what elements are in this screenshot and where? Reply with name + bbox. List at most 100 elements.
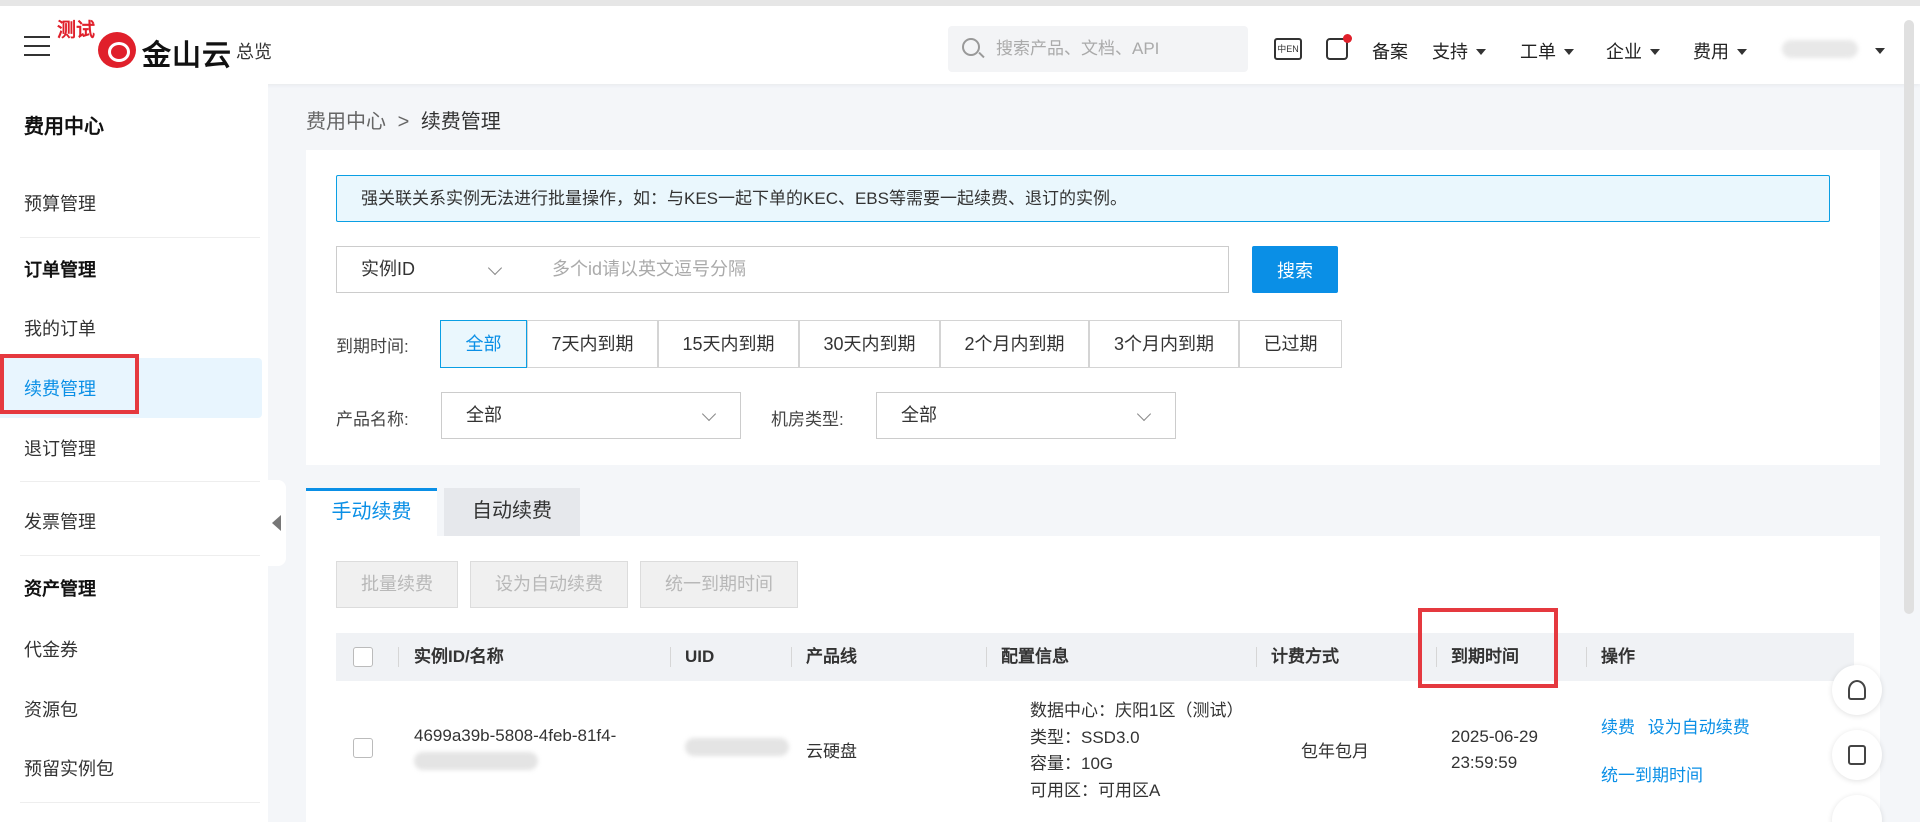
product-select-value: 全部	[466, 405, 502, 425]
top-bar: 测试 金山云 总览 中EN 备案 支持 工单 企业 费用	[0, 0, 1920, 84]
room-select[interactable]: 全部	[876, 392, 1176, 439]
unify-expire-button[interactable]: 统一到期时间	[640, 561, 798, 608]
expire-option-expired[interactable]: 已过期	[1239, 320, 1342, 368]
page-scrollbar[interactable]	[1904, 20, 1914, 614]
breadcrumb-separator: >	[397, 111, 410, 133]
billing-method: 包年包月	[1301, 742, 1369, 761]
overview-link[interactable]: 总览	[236, 38, 272, 64]
document-icon[interactable]	[1832, 730, 1882, 780]
divider	[398, 647, 399, 667]
notice-banner: 强关联关系实例无法进行批量操作，如：与KES一起下单的KEC、EBS等需要一起续…	[336, 175, 1830, 222]
config-datacenter: 数据中心：庆阳1区（测试）	[1030, 701, 1244, 720]
id-type-select[interactable]: 实例ID	[336, 246, 529, 293]
batch-renew-button[interactable]: 批量续费	[336, 561, 458, 608]
sidebar-item-reserved-instance[interactable]: 预留实例包	[24, 755, 114, 781]
message-icon[interactable]	[1326, 34, 1352, 60]
logo-icon[interactable]	[98, 32, 136, 68]
instance-id-redacted	[414, 752, 538, 770]
config-type: 类型：SSD3.0	[1030, 727, 1140, 747]
breadcrumb: 费用中心 > 续费管理	[306, 105, 501, 134]
divider	[20, 802, 260, 803]
sidebar-item-invoice[interactable]: 发票管理	[24, 508, 96, 534]
unify-expire-link[interactable]: 统一到期时间	[1601, 766, 1703, 785]
column-product-line: 产品线	[806, 647, 857, 666]
divider	[1256, 647, 1257, 667]
sidebar-item-unsubscribe[interactable]: 退订管理	[24, 435, 96, 461]
set-auto-renew-button[interactable]: 设为自动续费	[470, 561, 628, 608]
instance-id[interactable]: 4699a39b-5808-4feb-81f4-	[414, 726, 616, 746]
expire-option-3m[interactable]: 3个月内到期	[1089, 320, 1239, 368]
nav-filing[interactable]: 备案	[1372, 38, 1408, 64]
chevron-down-icon	[1476, 49, 1486, 55]
nav-ticket[interactable]: 工单	[1520, 38, 1574, 64]
sidebar: 费用中心 预算管理 订单管理 我的订单 续费管理 退订管理 发票管理 资产管理 …	[0, 84, 268, 822]
highlight-box-expire-column	[1418, 608, 1558, 688]
list-panel: 批量续费 设为自动续费 统一到期时间 实例ID/名称 UID 产品线 配置信息 …	[306, 536, 1880, 822]
table-header: 实例ID/名称 UID 产品线 配置信息 计费方式 到期时间 操作	[336, 633, 1854, 681]
id-type-value: 实例ID	[361, 259, 415, 279]
expire-option-all[interactable]: 全部	[440, 320, 527, 368]
breadcrumb-parent[interactable]: 费用中心	[306, 111, 386, 133]
logo-text[interactable]: 金山云	[142, 32, 232, 74]
row-actions: 续费 设为自动续费	[1601, 713, 1750, 738]
filter-panel: 强关联关系实例无法进行批量操作，如：与KES一起下单的KEC、EBS等需要一起续…	[306, 150, 1880, 465]
divider	[670, 647, 671, 667]
global-search-input[interactable]	[996, 26, 1236, 72]
set-auto-renew-link[interactable]: 设为自动续费	[1648, 718, 1750, 737]
uid-redacted	[685, 738, 789, 756]
expire-clock: 23:59:59	[1451, 753, 1518, 772]
expire-option-7d[interactable]: 7天内到期	[527, 320, 658, 368]
row-checkbox[interactable]	[353, 738, 373, 758]
global-search[interactable]	[948, 26, 1248, 72]
divider	[20, 555, 260, 556]
expire-option-2m[interactable]: 2个月内到期	[940, 320, 1089, 368]
tab-auto-renewal[interactable]: 自动续费	[444, 488, 580, 536]
nav-enterprise[interactable]: 企业	[1606, 38, 1660, 64]
product-select[interactable]: 全部	[441, 392, 741, 439]
chevron-down-icon[interactable]	[1875, 48, 1885, 54]
divider	[20, 481, 260, 482]
test-env-tag: 测试	[57, 20, 96, 41]
select-all-checkbox[interactable]	[353, 647, 373, 667]
product-line: 云硬盘	[806, 742, 857, 761]
sidebar-group-orders: 订单管理	[24, 260, 96, 280]
nav-billing[interactable]: 费用	[1693, 38, 1747, 64]
chevron-down-icon	[1737, 49, 1747, 55]
sidebar-item-voucher[interactable]: 代金券	[24, 636, 78, 662]
expire-option-30d[interactable]: 30天内到期	[799, 320, 940, 368]
sidebar-item-my-orders[interactable]: 我的订单	[24, 315, 96, 341]
sidebar-group-assets: 资产管理	[24, 579, 96, 599]
user-account-name[interactable]	[1782, 40, 1858, 58]
sidebar-item-budget[interactable]: 预算管理	[24, 190, 96, 216]
expire-filter-label: 到期时间:	[336, 337, 409, 356]
product-filter-label: 产品名称:	[336, 410, 409, 429]
divider	[986, 647, 987, 667]
chevron-down-icon	[1136, 406, 1152, 422]
tab-manual-renewal[interactable]: 手动续费	[306, 488, 437, 536]
divider	[791, 647, 792, 667]
row-actions-line2: 统一到期时间	[1601, 761, 1703, 786]
renew-link[interactable]: 续费	[1601, 718, 1635, 737]
config-info: 数据中心：庆阳1区（测试） 类型：SSD3.0 容量：10G 可用区：可用区A	[1030, 698, 1243, 804]
expire-option-15d[interactable]: 15天内到期	[658, 320, 799, 368]
highlight-box-sidebar	[0, 354, 139, 414]
collapse-sidebar-icon[interactable]	[268, 480, 286, 566]
search-button[interactable]: 搜索	[1252, 246, 1338, 293]
expire-time: 2025-06-29 23:59:59	[1451, 724, 1538, 776]
language-icon[interactable]: 中EN	[1274, 38, 1302, 60]
chevron-down-icon	[701, 406, 717, 422]
breadcrumb-current: 续费管理	[420, 111, 501, 133]
sidebar-item-resource-pack[interactable]: 资源包	[24, 696, 78, 722]
chevron-down-icon	[487, 260, 503, 276]
room-filter-label: 机房类型:	[771, 410, 844, 429]
column-config: 配置信息	[1001, 647, 1069, 666]
nav-support[interactable]: 支持	[1432, 38, 1486, 64]
config-zone: 可用区：可用区A	[1030, 780, 1161, 800]
menu-icon[interactable]	[24, 36, 50, 56]
chevron-down-icon	[1564, 49, 1574, 55]
config-capacity: 容量：10G	[1030, 754, 1114, 773]
column-uid: UID	[685, 647, 715, 666]
headset-icon[interactable]	[1832, 665, 1882, 715]
instance-id-input[interactable]	[528, 246, 1229, 293]
divider	[1586, 647, 1587, 667]
